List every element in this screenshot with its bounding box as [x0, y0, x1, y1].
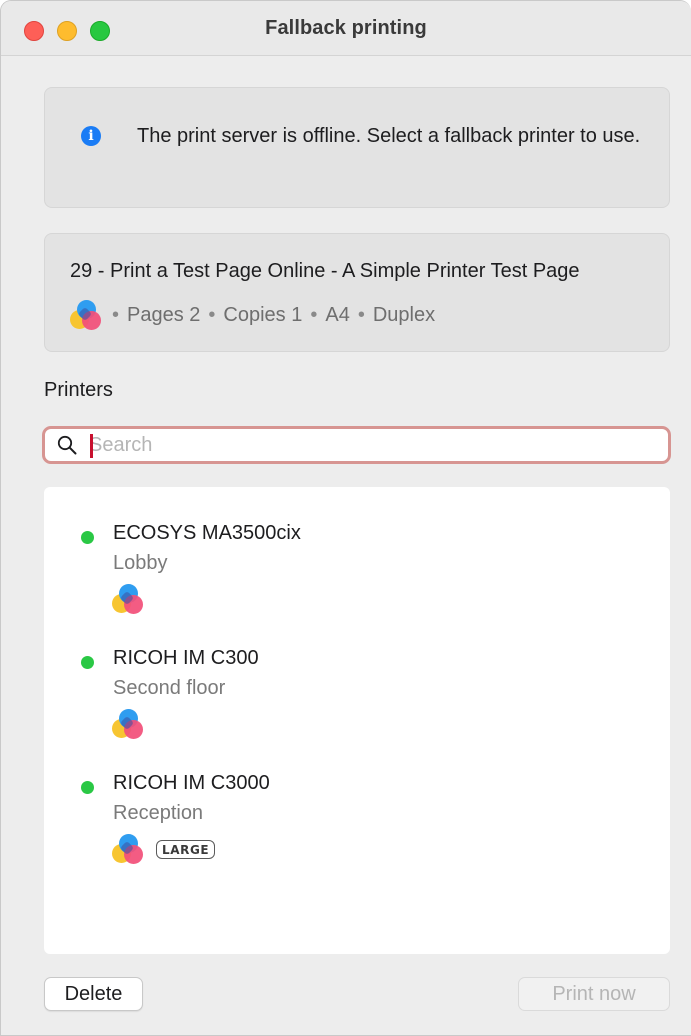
printer-list[interactable]: ECOSYS MA3500cix Lobby RICOH IM C300 Sec…	[44, 487, 670, 954]
separator: •	[112, 303, 120, 326]
separator: •	[310, 303, 318, 326]
color-print-icon	[112, 584, 144, 614]
printer-location: Reception	[113, 802, 204, 824]
print-now-button[interactable]: Print now	[518, 977, 670, 1011]
close-window-button[interactable]	[24, 21, 44, 41]
online-status-indicator	[81, 781, 94, 794]
search-input[interactable]	[89, 432, 649, 458]
info-icon: i	[81, 126, 101, 146]
job-paper-size: A4	[325, 303, 350, 326]
job-title: 29 - Print a Test Page Online - A Simple…	[70, 260, 580, 282]
minimize-window-button[interactable]	[57, 21, 77, 41]
printer-name: RICOH IM C300	[113, 647, 259, 669]
printer-name: RICOH IM C3000	[113, 772, 270, 794]
printer-search[interactable]	[42, 426, 671, 464]
printer-location: Lobby	[113, 552, 168, 574]
separator: •	[208, 303, 216, 326]
color-print-icon	[112, 834, 144, 864]
print-job-summary: 29 - Print a Test Page Online - A Simple…	[44, 233, 670, 352]
printer-name: ECOSYS MA3500cix	[113, 522, 301, 544]
job-pages: Pages 2	[127, 303, 201, 326]
printer-capabilities	[112, 584, 144, 614]
fallback-printing-window: Fallback printing i The print server is …	[0, 0, 691, 1036]
color-print-icon	[70, 300, 102, 330]
job-details: • Pages 2 • Copies 1 • A4 • Duplex	[70, 300, 435, 330]
text-cursor	[90, 434, 93, 458]
search-icon	[57, 435, 77, 455]
printer-item[interactable]: ECOSYS MA3500cix Lobby	[44, 522, 670, 632]
large-format-badge: LARGE	[156, 839, 216, 859]
job-duplex: Duplex	[372, 303, 436, 326]
offline-notice: i The print server is offline. Select a …	[44, 87, 670, 208]
window-title: Fallback printing	[265, 16, 427, 39]
delete-button[interactable]: Delete	[44, 977, 143, 1011]
online-status-indicator	[81, 656, 94, 669]
online-status-indicator	[81, 531, 94, 544]
zoom-window-button[interactable]	[90, 21, 110, 41]
printer-capabilities	[112, 709, 144, 739]
job-copies: Copies 1	[223, 303, 303, 326]
printer-item[interactable]: RICOH IM C3000 Reception LARGE	[44, 772, 670, 882]
color-print-icon	[112, 709, 144, 739]
printer-capabilities: LARGE	[112, 834, 216, 864]
printer-location: Second floor	[113, 677, 226, 699]
title-bar[interactable]: Fallback printing	[1, 1, 691, 56]
separator: •	[357, 303, 365, 326]
printers-heading: Printers	[44, 379, 113, 401]
printer-item[interactable]: RICOH IM C300 Second floor	[44, 647, 670, 757]
offline-message: The print server is offline. Select a fa…	[137, 125, 641, 147]
